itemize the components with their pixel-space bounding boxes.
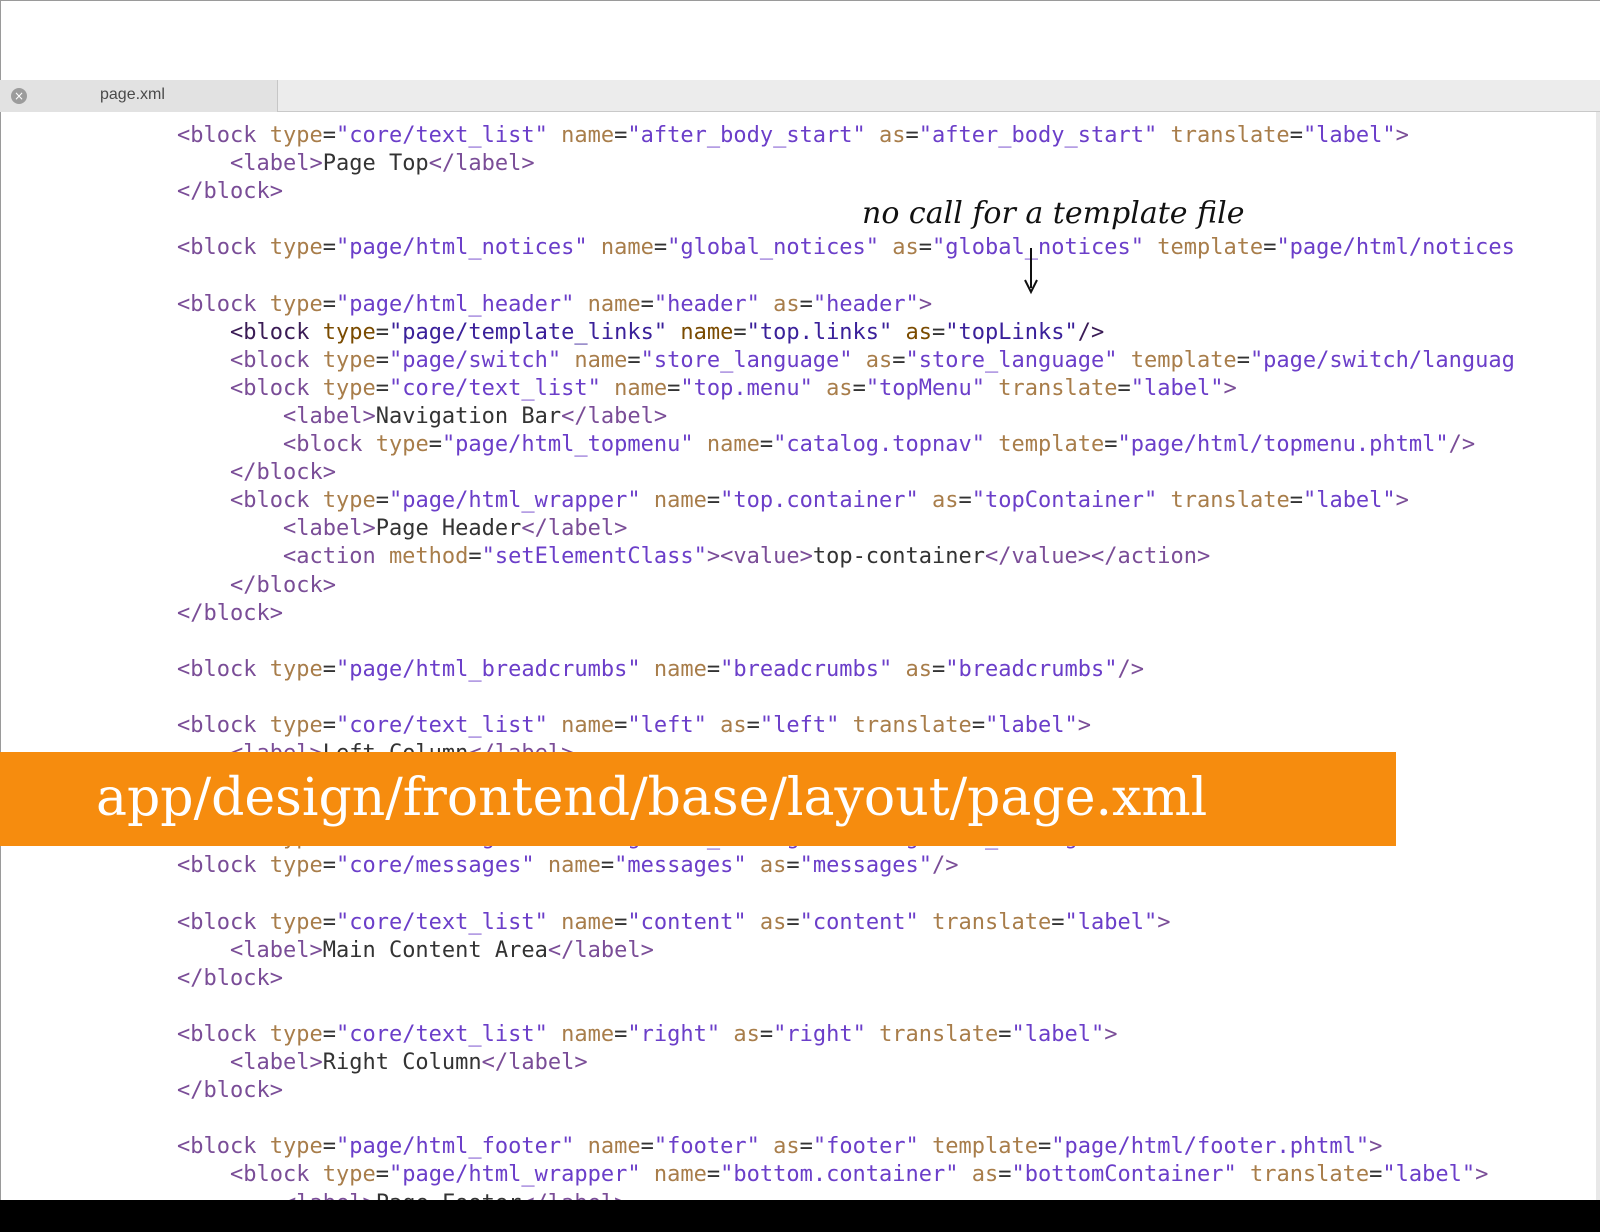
code-line: <block type="core/text_list" name="left"… xyxy=(177,712,1092,738)
code-line: <block type="page/switch" name="store_la… xyxy=(229,347,1515,373)
file-path-text: app/design/frontend/base/layout/page.xml xyxy=(96,768,1208,828)
code-line: <label>Right Column</label> xyxy=(229,1050,588,1076)
code-line: <block type="core/text_list" name="right… xyxy=(177,1022,1118,1047)
tab-page-xml[interactable]: × page.xml xyxy=(0,80,278,112)
code-line: </block> xyxy=(177,965,283,991)
code-line: <block type="page/template_links" name="… xyxy=(229,319,1105,345)
code-line: <block type="core/text_list" name="after… xyxy=(177,123,1409,148)
code-line: </block> xyxy=(229,460,336,486)
code-line: </block> xyxy=(177,1078,283,1104)
code-line: <block type="page/html_wrapper" name="bo… xyxy=(229,1162,1489,1188)
code-line: <block type="page/html_footer" name="foo… xyxy=(177,1134,1383,1160)
code-line: <block type="page/html_header" name="hea… xyxy=(177,291,933,317)
code-line: <block type="page/html_wrapper" name="to… xyxy=(229,488,1409,514)
code-line: <label>Navigation Bar</label> xyxy=(282,403,668,429)
code-line: <label>Main Content Area</label> xyxy=(229,937,654,963)
code-line: <label>Page Top</label> xyxy=(229,151,535,177)
code-line: <label>Page Footer</label> xyxy=(177,1190,1515,1200)
code-editor[interactable]: <block type="core/text_list" name="after… xyxy=(0,112,1600,1200)
code-line: </block> xyxy=(177,600,283,626)
tab-label: page.xml xyxy=(100,86,165,103)
code-line: <block type="core/text_list" name="conte… xyxy=(177,909,1171,935)
code-line: <block type="core/messages" name="messag… xyxy=(177,853,959,879)
file-path-banner: app/design/frontend/base/layout/page.xml xyxy=(0,752,1396,846)
code-line: <block type="page/html_topmenu" name="ca… xyxy=(282,432,1476,458)
scrollbar-track[interactable] xyxy=(1596,112,1600,1200)
tab-bar: × page.xml xyxy=(0,80,1600,112)
arrow-down-icon xyxy=(1024,248,1038,295)
bottom-bar xyxy=(0,1200,1600,1232)
code-line: </block> xyxy=(229,572,336,598)
window-frame xyxy=(0,0,1600,80)
close-circle-icon[interactable]: × xyxy=(11,88,27,104)
code-line: <block type="page/html_notices" name="gl… xyxy=(177,235,1515,261)
code-line: <block type="page/html_breadcrumbs" name… xyxy=(177,656,1144,682)
code-content: <block type="core/text_list" name="after… xyxy=(177,122,1515,1200)
annotation-note: no call for a template file xyxy=(862,196,1245,231)
code-line: <block type="core/text_list" name="top.m… xyxy=(229,375,1237,401)
code-line: <action method="setElementClass"><value>… xyxy=(282,544,1211,570)
code-line: </block> xyxy=(177,179,283,205)
code-line: <label>Page Header</label> xyxy=(282,516,628,542)
